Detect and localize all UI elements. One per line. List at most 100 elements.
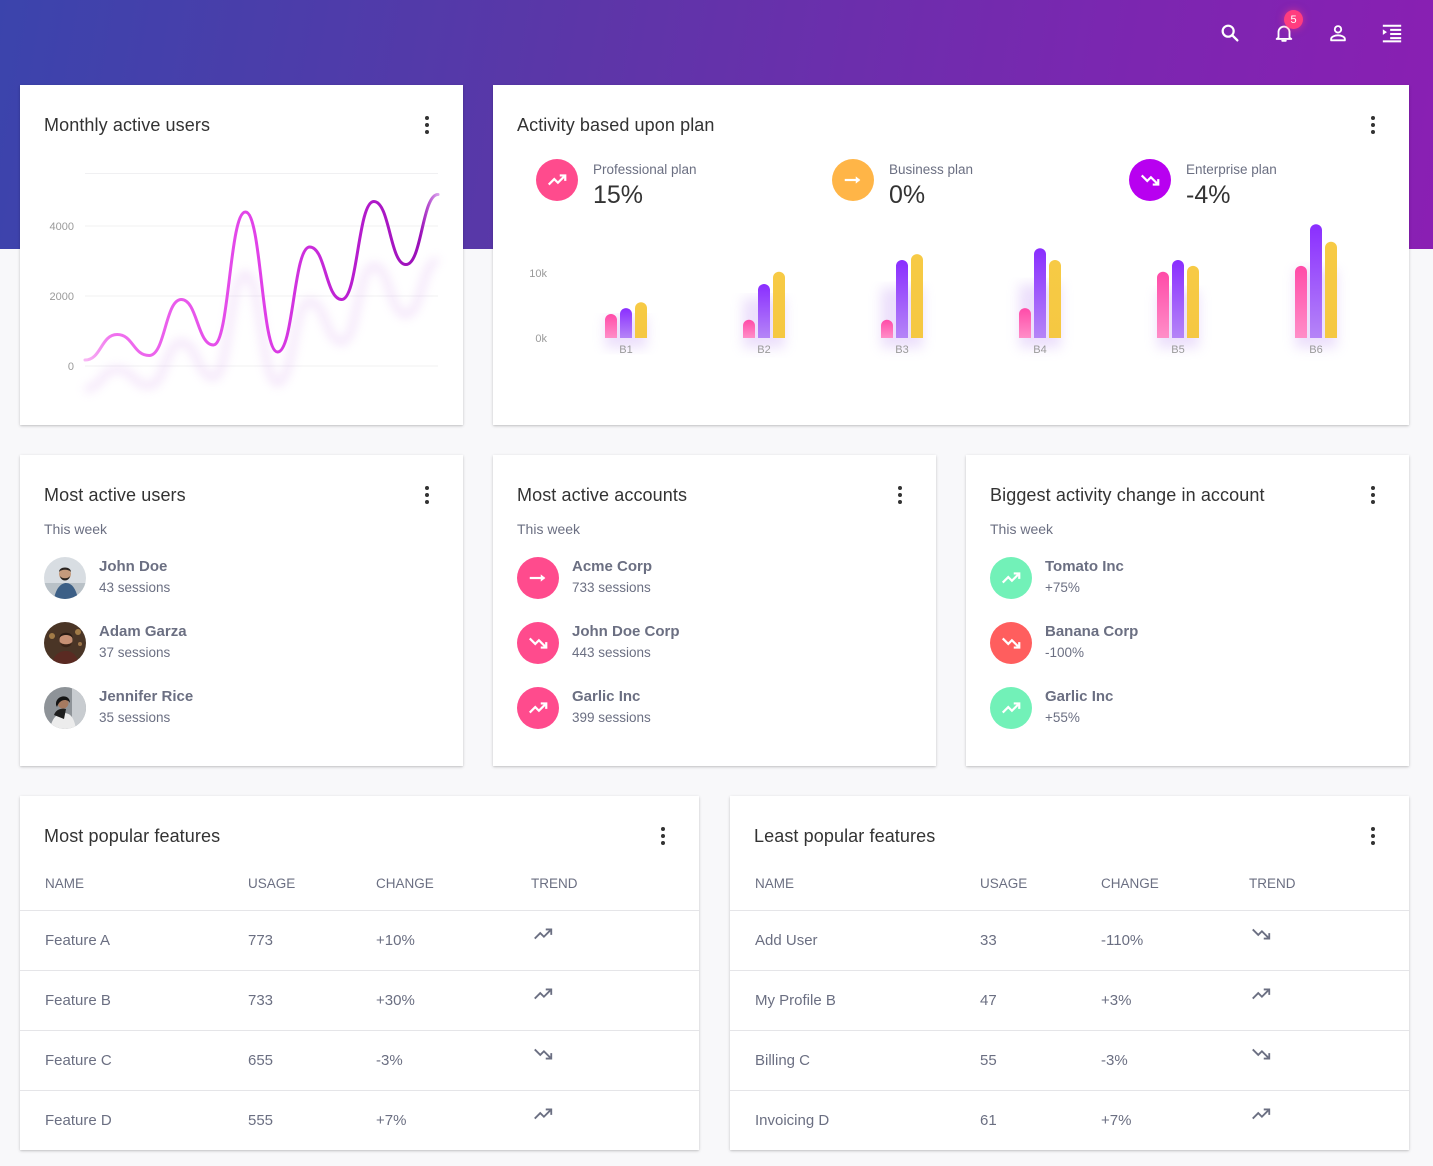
list-item[interactable]: Garlic Inc 399 sessions [517,687,680,729]
bar-b5-enterprise[interactable] [1187,265,1199,338]
search-button[interactable] [1203,18,1257,48]
bar-b3-enterprise[interactable] [911,254,923,338]
column-header-name[interactable]: NAME [20,866,248,911]
column-header-usage[interactable]: USAGE [980,866,1101,911]
profile-button[interactable] [1311,18,1365,48]
feature-trend [1249,910,1409,971]
table-row[interactable]: Billing C 55 -3% [730,1030,1409,1091]
bar-b3-professional[interactable] [881,319,893,338]
account-list: Acme Corp 733 sessions John Doe Corp 443… [517,557,680,752]
search-icon [1221,24,1239,42]
notifications-button[interactable]: 5 [1257,10,1311,48]
account-name: Acme Corp [572,558,653,575]
list-item[interactable]: John Doe 43 sessions [44,557,193,599]
y-tick-label: 4000 [50,221,74,233]
most-popular-features-card: Most popular features NAME USAGE CHANGE … [20,796,699,1150]
bar-b4-enterprise[interactable] [1049,260,1061,338]
list-item[interactable]: Tomato Inc +75% [990,557,1138,599]
bar-b6-business[interactable] [1310,224,1322,338]
list-item[interactable]: Jennifer Rice 35 sessions [44,687,193,729]
account-name: Tomato Inc [1045,558,1124,575]
more-options-button[interactable] [655,826,671,846]
bar-b4-professional[interactable] [1019,308,1031,338]
trending-up-icon [990,557,1032,599]
feature-name: Feature D [45,1111,112,1129]
trending-up-icon [1252,1108,1271,1119]
sidebar-toggle-button[interactable] [1365,18,1419,48]
card-title: Most popular features [44,826,221,846]
bar-b1-business[interactable] [620,308,632,338]
column-header-trend[interactable]: TREND [531,866,699,911]
card-title: Most active users [44,485,186,505]
table-row[interactable]: Add User 33 -110% [730,910,1409,971]
list-item[interactable]: John Doe Corp 443 sessions [517,622,680,664]
kebab-icon [898,486,902,490]
bar-b2-enterprise[interactable] [773,271,785,338]
table-header-row: NAME USAGE CHANGE TREND [730,866,1409,911]
account-sessions: 399 sessions [572,710,651,725]
table-row[interactable]: Feature C 655 -3% [20,1030,699,1091]
more-options-button[interactable] [1365,826,1381,846]
feature-name: Billing C [730,1030,980,1091]
notification-badge: 5 [1284,10,1303,29]
feature-change: +3% [1101,970,1249,1031]
column-header-name[interactable]: NAME [730,866,980,911]
account-name: John Doe Corp [572,623,680,640]
feature-usage: 55 [980,1030,1101,1091]
list-item[interactable]: Garlic Inc +55% [990,687,1138,729]
bar-b4-business[interactable] [1034,248,1046,338]
activity-plan-card: Activity based upon plan Professional pl… [493,85,1409,425]
bar-b1-professional[interactable] [605,313,617,338]
trending-down-icon [990,622,1032,664]
bar-b3-business[interactable] [896,260,908,338]
feature-change: +30% [376,970,531,1031]
bar-b2-business[interactable] [758,284,770,338]
y-tick-label: 0 [68,361,74,373]
table-row[interactable]: My Profile B 47 +3% [730,970,1409,1031]
feature-usage: 555 [248,1111,274,1129]
card-subtitle: This week [990,521,1054,537]
bar-b2-professional[interactable] [743,319,755,338]
trending-down-icon [534,1048,553,1059]
feature-change: +7% [376,1111,407,1129]
bar-b6-professional[interactable] [1295,265,1307,338]
table-row[interactable]: Invoicing D 61 +7% [730,1090,1409,1150]
bar-b5-professional[interactable] [1157,271,1169,338]
more-options-button[interactable] [419,485,435,505]
more-options-button[interactable] [1365,485,1381,505]
table-row[interactable]: Feature B 733 +30% [20,970,699,1031]
feature-usage: 47 [980,970,1101,1031]
feature-name: Invoicing D [755,1111,830,1129]
table-row[interactable]: Feature A 773 +10% [20,910,699,971]
list-item[interactable]: Acme Corp 733 sessions [517,557,680,599]
user-name: John Doe [99,558,168,575]
more-options-button[interactable] [892,485,908,505]
feature-usage: 33 [980,910,1101,971]
card-title: Biggest activity change in account [990,485,1265,505]
feature-change: -110% [1101,910,1249,971]
feature-name: My Profile B [730,970,980,1031]
bar-b1-enterprise[interactable] [635,302,647,338]
y-tick-label: 0k [535,333,547,345]
most-active-accounts-card: Most active accounts This week Acme Corp… [493,455,936,766]
bar-b5-business[interactable] [1172,260,1184,338]
column-header-trend[interactable]: TREND [1249,866,1409,911]
card-title: Least popular features [754,826,936,846]
trending-up-icon [534,928,553,939]
bar-b6-enterprise[interactable] [1325,241,1337,338]
account-change: +55% [1045,710,1080,725]
feature-change: +7% [1101,1111,1132,1129]
list-item[interactable]: Banana Corp -100% [990,622,1138,664]
table-row[interactable]: Feature D 555 +7% [20,1090,699,1150]
y-tick-label: 2000 [50,291,74,303]
column-header-change[interactable]: CHANGE [1101,866,1249,911]
user-sessions: 37 sessions [99,645,171,660]
user-name: Jennifer Rice [99,688,194,705]
list-item[interactable]: Adam Garza 37 sessions [44,622,193,664]
x-tick-label: B3 [895,344,908,356]
column-header-change[interactable]: CHANGE [376,866,531,911]
column-header-usage[interactable]: USAGE [248,866,376,911]
biggest-change-card: Biggest activity change in account This … [966,455,1409,766]
avatar [44,687,86,729]
feature-trend [1249,1030,1409,1091]
